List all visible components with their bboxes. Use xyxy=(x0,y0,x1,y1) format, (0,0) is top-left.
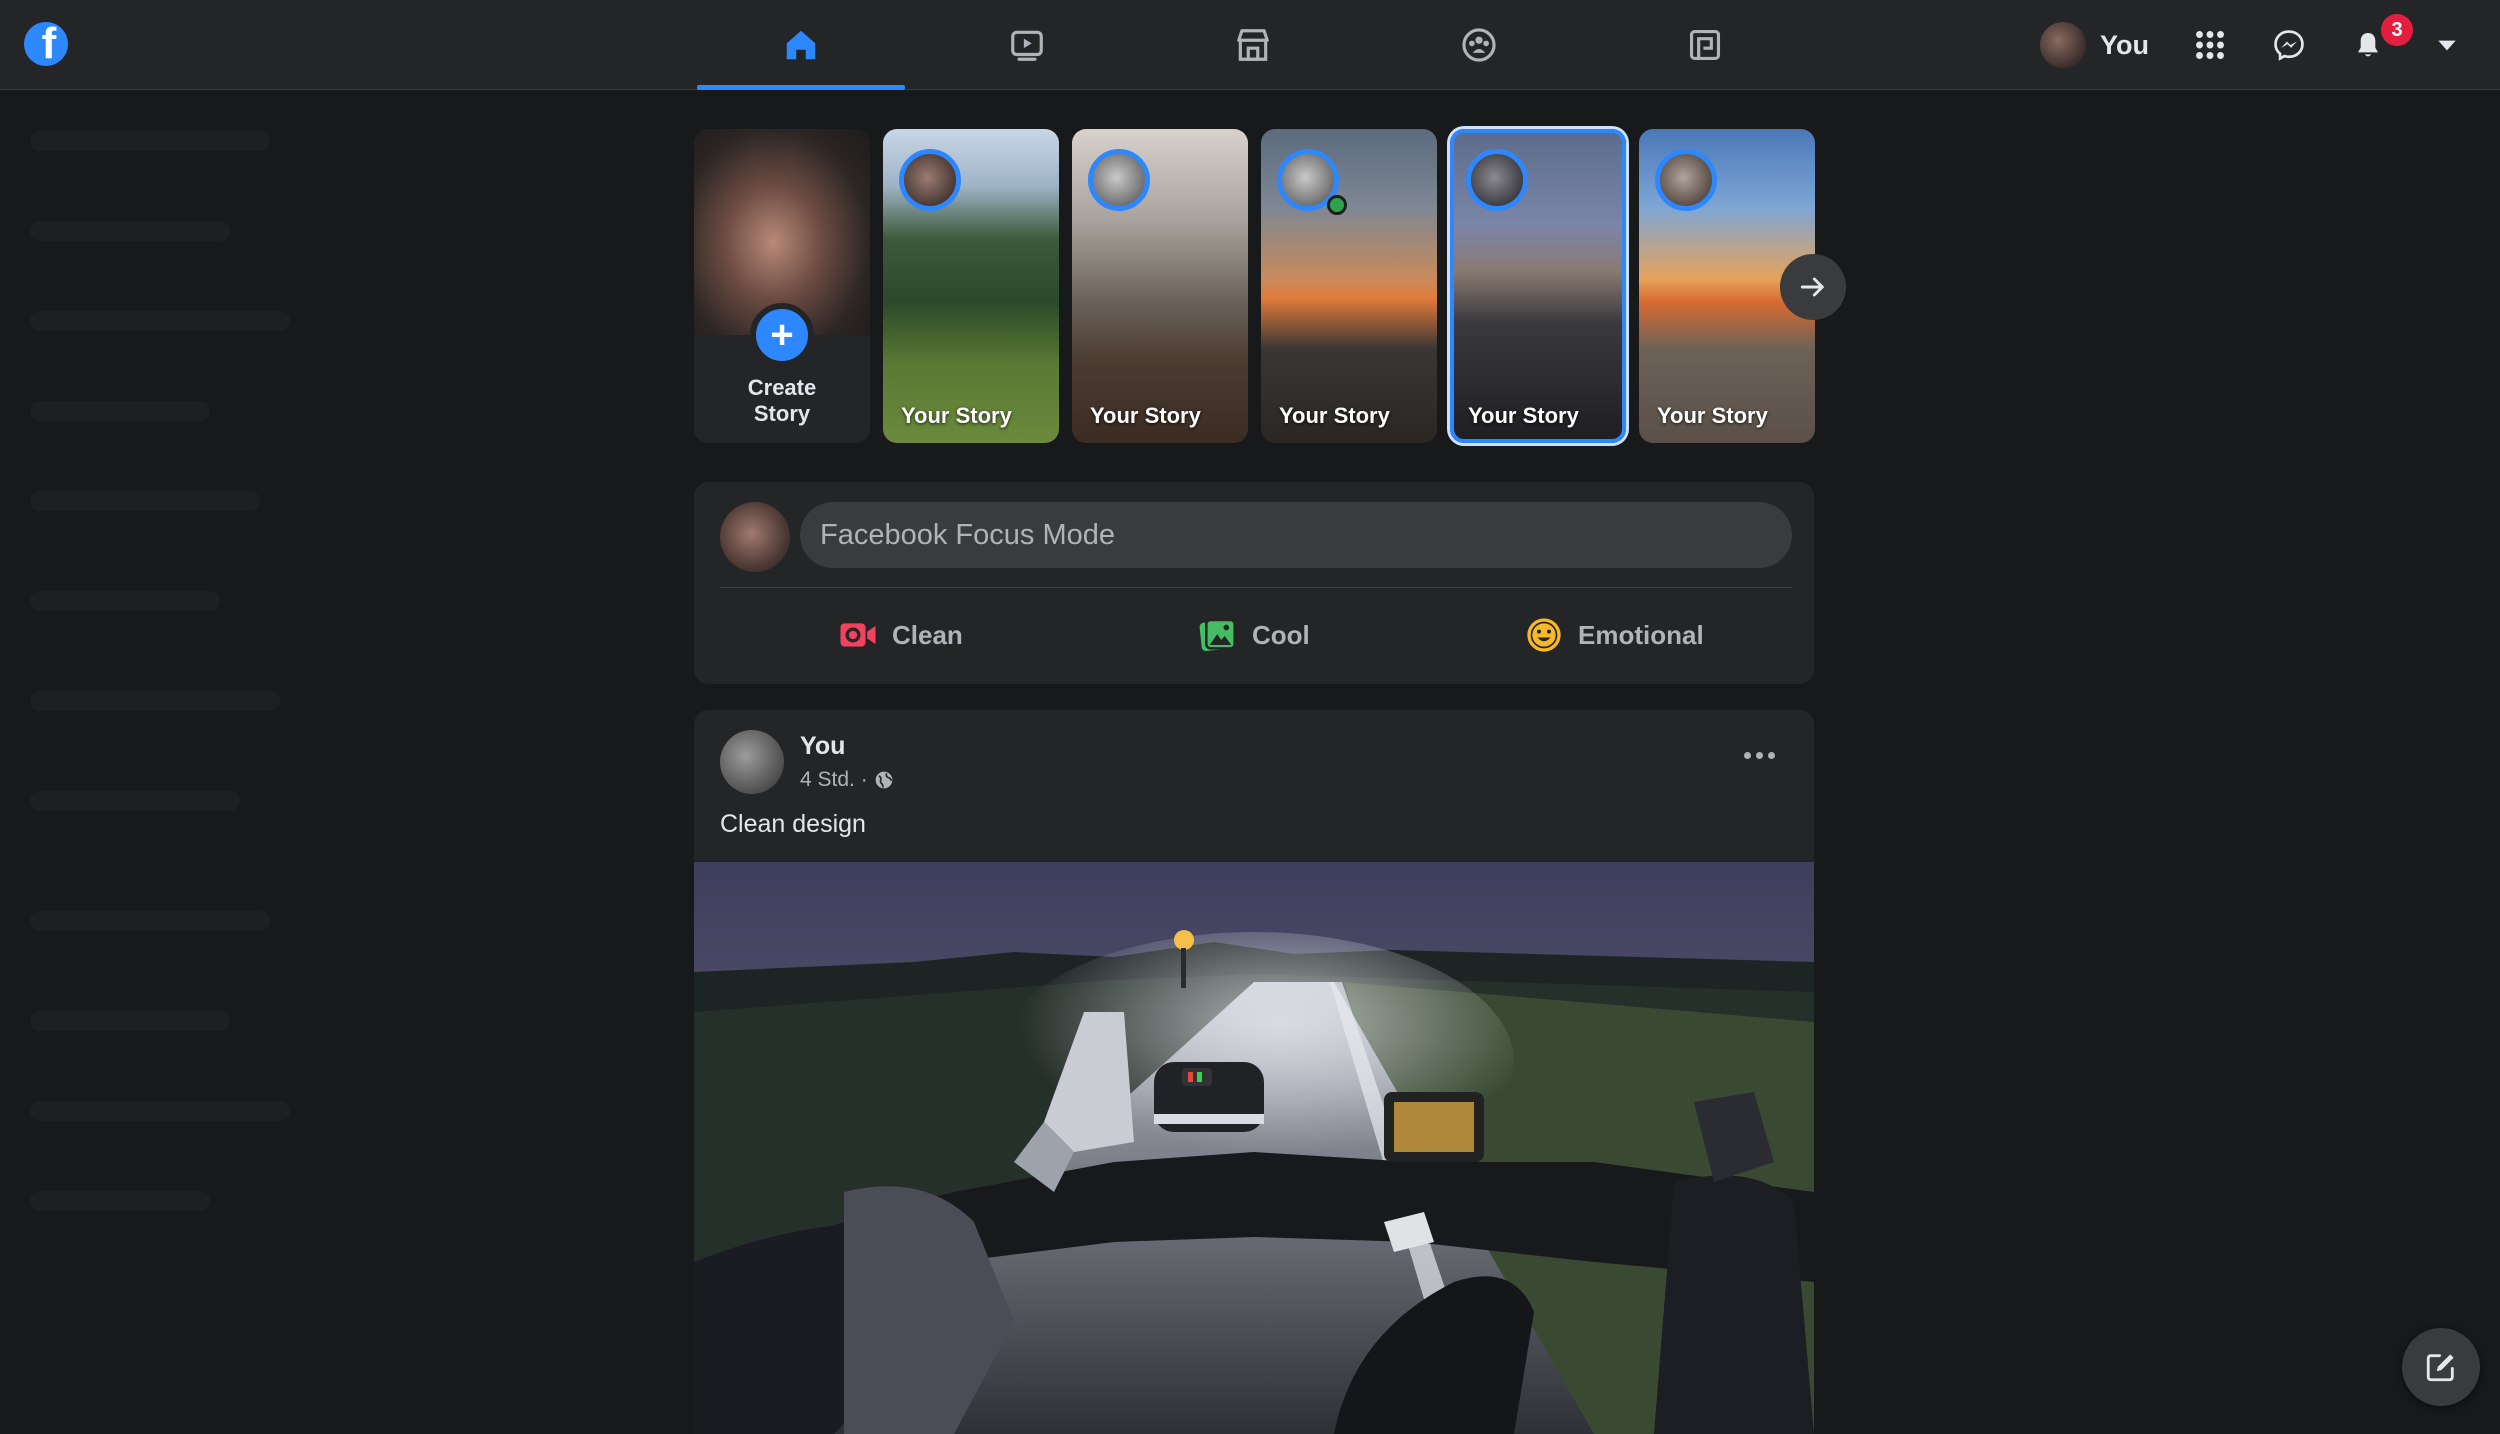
divider xyxy=(720,587,1792,588)
tab-home[interactable] xyxy=(697,0,905,90)
sidebar-placeholder xyxy=(30,1191,210,1211)
story-label: Your Story xyxy=(1090,403,1201,428)
post-author[interactable]: You xyxy=(800,732,845,761)
live-video-icon xyxy=(840,623,876,647)
tab-gaming[interactable] xyxy=(1601,0,1809,90)
more-dot-icon xyxy=(1755,751,1763,759)
messenger-button[interactable] xyxy=(2264,20,2314,70)
post-timestamp[interactable]: 4 Std. · xyxy=(800,768,868,792)
profile-chip[interactable]: You xyxy=(2040,20,2149,70)
tab-groups[interactable] xyxy=(1375,0,1583,90)
post-text: Clean design xyxy=(720,810,866,838)
smiley-icon xyxy=(1527,618,1561,652)
store-icon xyxy=(1237,29,1269,61)
story-card[interactable]: Your Story xyxy=(883,129,1059,443)
sidebar-placeholder xyxy=(30,1101,290,1121)
video-icon xyxy=(1011,30,1043,61)
create-story-card[interactable]: + Create Story xyxy=(694,129,870,443)
avatar xyxy=(2040,22,2086,68)
story-label: Your Story xyxy=(1468,403,1579,428)
facebook-logo-icon[interactable]: f xyxy=(24,22,68,66)
menu-button[interactable] xyxy=(2185,20,2235,70)
composer-action-emotional[interactable]: Emotional xyxy=(1524,602,1704,668)
sidebar-placeholder xyxy=(30,131,270,151)
avatar[interactable] xyxy=(720,730,784,794)
compose-icon xyxy=(2426,1354,2454,1382)
more-dot-icon xyxy=(1743,751,1751,759)
story-label: Your Story xyxy=(901,403,1012,428)
home-icon xyxy=(786,30,816,60)
story-avatar xyxy=(1088,149,1150,211)
tab-watch[interactable] xyxy=(923,0,1131,90)
profile-name: You xyxy=(2100,29,2149,60)
sidebar-placeholder xyxy=(30,791,240,811)
stories-tray: + Create Story Your Story Your Story You… xyxy=(694,129,1815,443)
sidebar-placeholder xyxy=(30,1011,230,1031)
composer-action-label: Cool xyxy=(1252,619,1310,650)
sidebar-placeholder xyxy=(30,491,260,511)
sidebar-placeholder xyxy=(30,591,220,611)
story-label: Your Story xyxy=(1279,403,1390,428)
left-sidebar-dimmed xyxy=(0,91,560,1434)
post-meta: 4 Std. · xyxy=(800,768,894,792)
tab-marketplace[interactable] xyxy=(1149,0,1357,90)
more-dot-icon xyxy=(1767,751,1775,759)
stories-next-button[interactable] xyxy=(1780,254,1846,320)
sidebar-placeholder xyxy=(30,691,280,711)
story-avatar xyxy=(899,149,961,211)
photo-icon xyxy=(1199,618,1236,651)
story-card[interactable]: Your Story xyxy=(1261,129,1437,443)
avatar xyxy=(720,502,790,572)
create-story-label-line: Create xyxy=(747,375,817,400)
post-options-button[interactable] xyxy=(1734,730,1784,780)
sidebar-placeholder xyxy=(30,221,230,241)
facebook-logo-letter: f xyxy=(41,22,57,66)
composer-input[interactable] xyxy=(800,502,1792,568)
online-status-dot xyxy=(1327,195,1347,215)
sidebar-placeholder xyxy=(30,911,270,931)
composer-action-label: Clean xyxy=(892,619,963,650)
groups-icon xyxy=(1462,28,1496,62)
gaming-icon xyxy=(1689,29,1721,61)
composer-action-cool[interactable]: Cool xyxy=(1198,602,1310,668)
account-menu-button[interactable] xyxy=(2422,20,2472,70)
caret-down-icon xyxy=(2438,40,2456,51)
notification-badge: 3 xyxy=(2381,14,2413,46)
plus-icon: + xyxy=(750,303,814,367)
story-card-selected[interactable]: Your Story xyxy=(1450,129,1626,443)
post-photo[interactable] xyxy=(694,862,1814,1434)
arrow-right-icon xyxy=(1800,277,1824,297)
sidebar-placeholder xyxy=(30,311,290,331)
sidebar-placeholder xyxy=(30,401,210,421)
composer-action-clean[interactable]: Clean xyxy=(838,602,963,668)
story-card[interactable]: Your Story xyxy=(1072,129,1248,443)
top-navigation-bar: f You 3 xyxy=(0,0,2500,90)
globe-icon xyxy=(875,771,893,789)
feed-post: You 4 Std. · Clean design xyxy=(694,710,1814,1434)
bell-icon xyxy=(2358,33,2378,57)
create-story-label: Create Story xyxy=(694,375,870,427)
post-composer: Clean Cool Emotional xyxy=(694,482,1814,684)
composer-action-label: Emotional xyxy=(1578,619,1704,650)
new-message-button[interactable] xyxy=(2402,1328,2480,1406)
story-label: Your Story xyxy=(1657,403,1768,428)
notifications-button[interactable]: 3 xyxy=(2343,14,2413,70)
create-story-label-line: Story xyxy=(753,401,811,426)
messenger-icon xyxy=(2274,30,2304,61)
story-avatar xyxy=(1466,149,1528,211)
story-avatar xyxy=(1655,149,1717,211)
menu-grid-icon xyxy=(2196,31,2224,59)
